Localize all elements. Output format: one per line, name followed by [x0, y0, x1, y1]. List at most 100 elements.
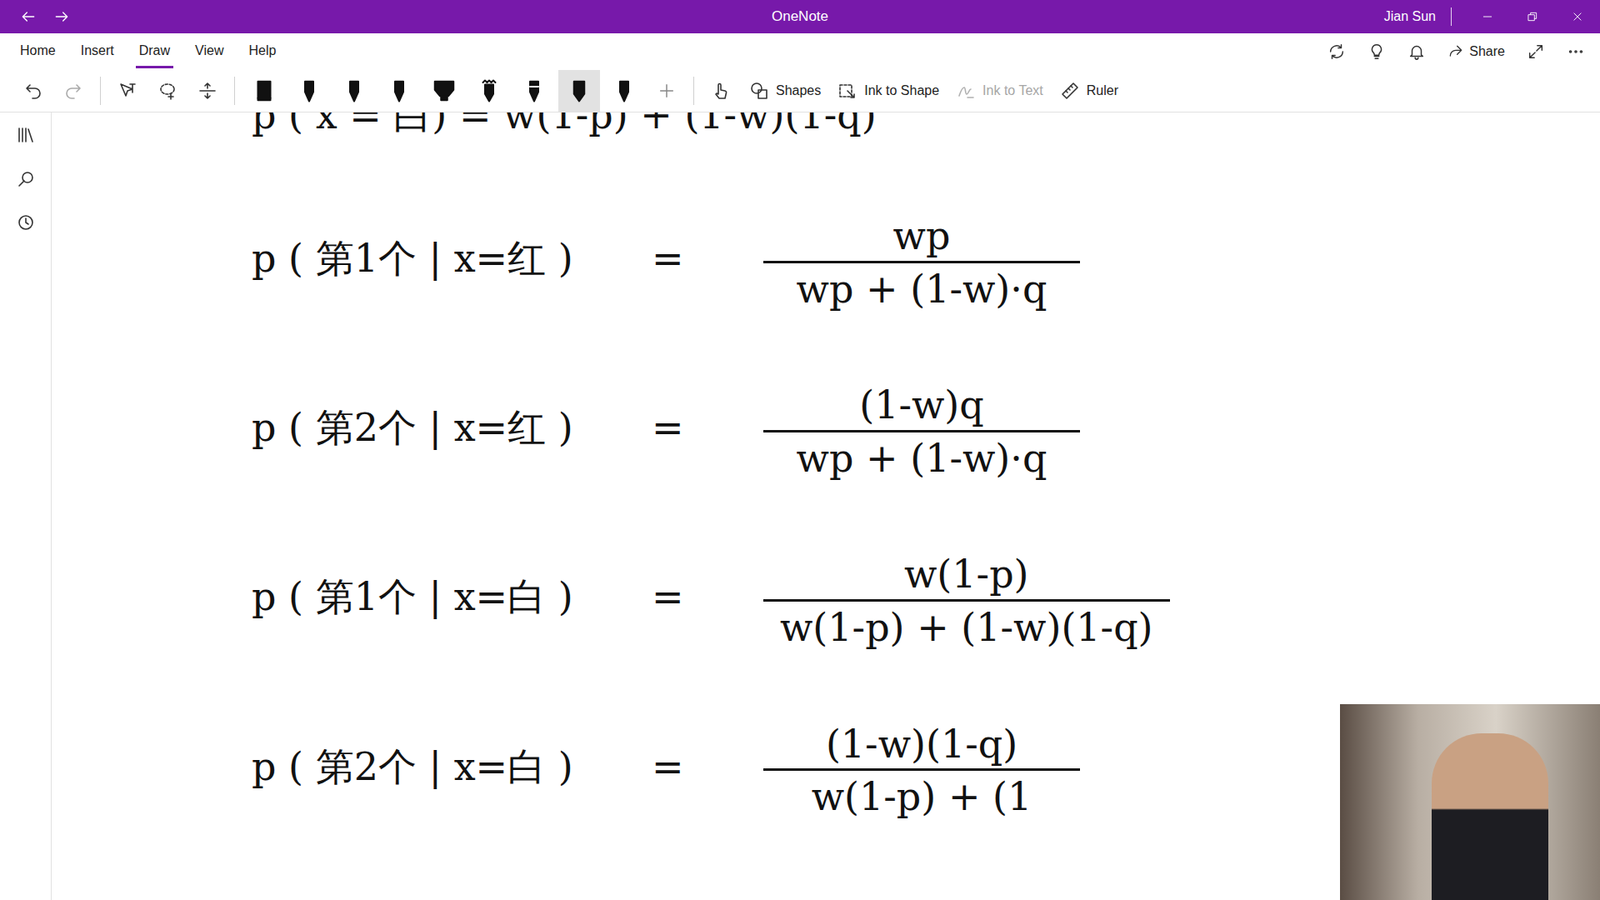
- tool-label: Ink to Text: [982, 80, 1044, 101]
- equals-sign: =: [651, 230, 764, 288]
- pen-button[interactable]: [333, 70, 375, 112]
- formula-lhs: p ( 第1个 | x=红 ): [251, 230, 652, 288]
- pen-button[interactable]: [603, 70, 645, 112]
- denominator: w(1-p) + (1: [763, 768, 1080, 819]
- notebooks-icon: [15, 125, 36, 145]
- close-button[interactable]: [1555, 0, 1600, 34]
- forward-button[interactable]: [45, 0, 79, 34]
- ribbon-tab[interactable]: Home: [16, 34, 60, 69]
- pen-button[interactable]: [513, 70, 555, 112]
- nav-sidebar: [0, 112, 52, 900]
- notifications-button[interactable]: [1402, 39, 1431, 65]
- undo-button[interactable]: [15, 71, 52, 110]
- lasso-icon: [157, 80, 178, 101]
- equals-sign: =: [651, 399, 764, 457]
- add-space-button[interactable]: [189, 71, 226, 110]
- tool-button[interactable]: Ink to Shape: [830, 71, 946, 110]
- text-select-icon: [117, 80, 138, 101]
- fraction-cell: w(1-p)w(1-p) + (1-w)(1-q): [763, 545, 1600, 649]
- pen-icon: [431, 76, 457, 105]
- tool-button[interactable]: Ruler: [1053, 71, 1125, 110]
- share-icon: [1447, 43, 1465, 60]
- equals-sign: =: [651, 568, 764, 626]
- pen-button[interactable]: [423, 70, 465, 112]
- formula: p ( 第1个 | x=白 )=w(1-p)w(1-p) + (1-w)(1-q…: [251, 545, 1600, 649]
- pen-icon: [566, 76, 592, 105]
- denominator: w(1-p) + (1-w)(1-q): [763, 599, 1170, 650]
- pen-icon: [386, 76, 412, 105]
- forward-arrow-icon: [53, 8, 70, 25]
- restore-button[interactable]: [1510, 0, 1555, 34]
- pen-button[interactable]: [288, 70, 330, 112]
- back-button[interactable]: [11, 0, 45, 34]
- fraction-cell: wpwp + (1-w)·q: [763, 207, 1600, 310]
- separator: [100, 76, 101, 105]
- back-arrow-icon: [20, 8, 37, 25]
- search-button[interactable]: [15, 168, 36, 190]
- pen-icon: [521, 76, 547, 105]
- formula: p ( 第1个 | x=红 )=wpwp + (1-w)·q: [251, 207, 1600, 310]
- fraction: (1-w)(1-q)w(1-p) + (1: [763, 723, 1080, 819]
- fullscreen-button[interactable]: [1521, 39, 1550, 65]
- ink-line: p ( x = 白) = w(1-p) + (1-w)(1-q): [251, 112, 1600, 141]
- pen-button[interactable]: [378, 70, 420, 112]
- page-canvas[interactable]: p ( x = 白) = w(1-p) + (1-w)(1-q) p ( 第1个 …: [51, 112, 1600, 900]
- redo-icon: [63, 80, 84, 101]
- notebooks-button[interactable]: [15, 124, 36, 145]
- share-button[interactable]: Share: [1442, 38, 1510, 65]
- numerator: (1-w)q: [842, 384, 1001, 430]
- restore-icon: [1526, 10, 1539, 23]
- formula: p ( 第2个 | x=红 )=(1-w)qwp + (1-w)·q: [251, 376, 1600, 480]
- touch-draw-button[interactable]: [702, 71, 740, 110]
- ribbon-tab[interactable]: Help: [245, 34, 280, 69]
- pen-button[interactable]: [558, 70, 600, 112]
- numerator: wp: [876, 215, 968, 261]
- ruler-icon: [1060, 80, 1080, 101]
- window-title: OneNote: [771, 5, 829, 28]
- touch-draw-icon: [710, 80, 731, 101]
- ribbon-tab[interactable]: Draw: [135, 34, 174, 69]
- ink-to-shape-icon: [837, 80, 858, 101]
- fraction-cell: (1-w)qwp + (1-w)·q: [763, 376, 1600, 480]
- formula-lhs: p ( 第2个 | x=红 ): [251, 399, 652, 457]
- bell-icon: [1407, 42, 1426, 61]
- sync-button[interactable]: [1322, 39, 1351, 65]
- more-button[interactable]: [1561, 39, 1590, 65]
- separator: [234, 76, 235, 105]
- search-icon: [15, 169, 36, 190]
- pen-button[interactable]: [243, 70, 285, 112]
- tool-label: Ruler: [1086, 80, 1119, 101]
- ribbon-tab[interactable]: Insert: [77, 34, 118, 69]
- recent-button[interactable]: [15, 212, 36, 234]
- window-controls: [1465, 0, 1600, 34]
- minimize-button[interactable]: [1465, 0, 1510, 34]
- lasso-button[interactable]: [149, 71, 186, 110]
- lightbulb-icon: [1367, 42, 1386, 61]
- ink-to-text-icon: [955, 80, 976, 101]
- add-space-icon: [197, 80, 218, 101]
- tell-me-button[interactable]: [1362, 39, 1391, 65]
- menu-actions: Share: [1322, 38, 1600, 65]
- pen-icon: [341, 76, 367, 105]
- pen-icon: [251, 76, 277, 105]
- formula-lhs: p ( 第1个 | x=白 ): [251, 568, 652, 626]
- ribbon-tab[interactable]: View: [191, 34, 227, 69]
- pen-icon: [476, 76, 502, 105]
- close-icon: [1571, 10, 1584, 23]
- equals-sign: =: [651, 738, 764, 796]
- draw-toolbar: Shapes Ink to Shape Ink to Text Ruler: [0, 69, 1600, 113]
- title-bar: OneNote Jian Sun: [0, 0, 1600, 34]
- tool-label: Ink to Shape: [864, 80, 940, 101]
- tool-button[interactable]: Shapes: [742, 71, 828, 110]
- pen-icon: [611, 76, 637, 105]
- undo-icon: [23, 80, 44, 101]
- type-select-button[interactable]: [109, 71, 146, 110]
- add-pen-button[interactable]: [648, 71, 685, 110]
- pen-button[interactable]: [468, 70, 510, 112]
- formula-lhs: p ( 第2个 | x=白 ): [251, 738, 652, 796]
- redo-button[interactable]: [55, 71, 92, 110]
- numerator: w(1-p): [887, 553, 1046, 600]
- user-name[interactable]: Jian Sun: [1384, 7, 1452, 26]
- denominator: wp + (1-w)·q: [763, 430, 1080, 480]
- ribbon-tabs: Home Insert Draw View Help Share: [0, 33, 1600, 70]
